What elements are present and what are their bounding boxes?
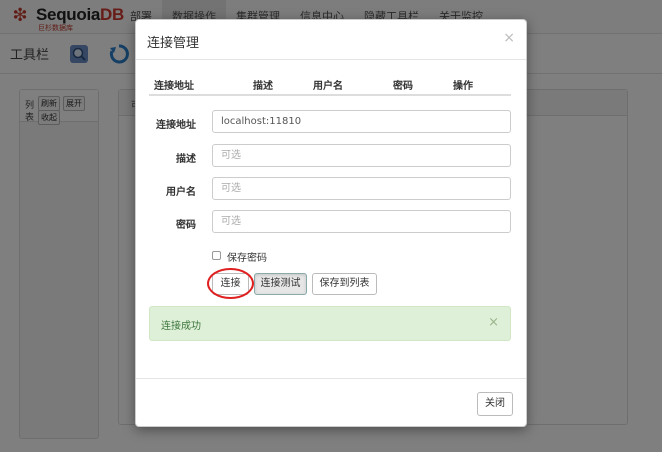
highlight-circle-annotation — [207, 268, 254, 299]
dialog-header: 连接管理 × — [136, 20, 526, 60]
alert-message: 连接成功 — [161, 321, 201, 332]
close-dialog-button[interactable]: 关闭 — [477, 392, 513, 416]
dialog-footer: 关闭 — [136, 378, 526, 428]
col-address: 连接地址 — [154, 81, 194, 92]
password-input[interactable] — [212, 210, 511, 233]
save-password-checkbox[interactable] — [212, 251, 221, 260]
address-input[interactable] — [212, 110, 511, 133]
description-input[interactable] — [212, 144, 511, 167]
description-label: 描述 — [176, 154, 196, 165]
success-alert: 连接成功 × — [149, 306, 511, 341]
dialog-title: 连接管理 — [147, 36, 200, 51]
save-to-list-button[interactable]: 保存到列表 — [312, 273, 377, 295]
address-label: 连接地址 — [156, 120, 196, 131]
connection-manager-dialog: 连接管理 × 连接地址 描述 用户名 密码 操作 连接地址 描述 用户名 密码 … — [135, 19, 527, 427]
close-icon[interactable]: × — [503, 30, 515, 46]
username-label: 用户名 — [166, 187, 196, 198]
connection-list-header: 连接地址 描述 用户名 密码 操作 — [149, 74, 511, 96]
col-description: 描述 — [253, 81, 273, 92]
test-connection-button[interactable]: 连接测试 — [254, 273, 307, 295]
username-input[interactable] — [212, 177, 511, 200]
col-actions: 操作 — [453, 81, 473, 92]
col-username: 用户名 — [313, 81, 343, 92]
password-label: 密码 — [176, 220, 196, 231]
col-password: 密码 — [393, 81, 413, 92]
save-password-label[interactable]: 保存密码 — [227, 249, 267, 264]
alert-close-icon[interactable]: × — [488, 315, 499, 330]
